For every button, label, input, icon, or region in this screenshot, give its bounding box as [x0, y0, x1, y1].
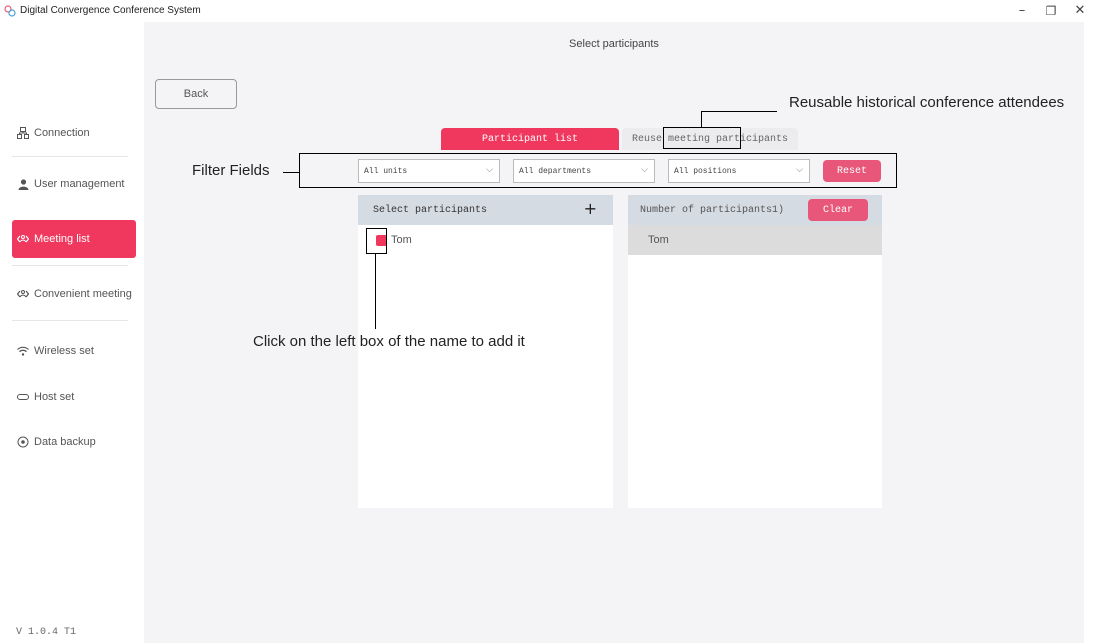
- maximize-button[interactable]: ❐: [1040, 2, 1062, 20]
- list-item[interactable]: Tom: [358, 225, 613, 255]
- click-note: Click on the left box of the name to add…: [253, 333, 525, 350]
- sidebar-item-label: Meeting list: [34, 233, 90, 245]
- sidebar-item-data-backup[interactable]: Data backup: [12, 423, 136, 461]
- user-icon: [16, 177, 30, 191]
- annotation-line: [701, 111, 702, 127]
- sidebar: Connection User management Meeting list …: [0, 22, 144, 643]
- annotation-line: [283, 172, 299, 173]
- back-button[interactable]: Back: [155, 79, 237, 109]
- sidebar-item-connection[interactable]: Connection: [12, 114, 136, 152]
- sidebar-item-label: User management: [34, 178, 125, 190]
- close-button[interactable]: ✕: [1069, 2, 1091, 20]
- divider: [12, 320, 128, 321]
- version-label: V 1.0.4 T1: [16, 627, 77, 638]
- divider: [12, 265, 128, 266]
- annotation-line: [375, 254, 376, 329]
- host-icon: [16, 390, 30, 404]
- wifi-icon: [16, 344, 30, 358]
- sidebar-item-meeting-list[interactable]: Meeting list: [12, 220, 136, 258]
- add-icon[interactable]: +: [584, 199, 597, 218]
- connection-icon: [16, 126, 30, 140]
- sidebar-item-label: Connection: [34, 127, 90, 139]
- sidebar-item-user-management[interactable]: User management: [12, 165, 136, 203]
- sidebar-item-host-set[interactable]: Host set: [12, 378, 136, 416]
- divider: [12, 156, 128, 157]
- sidebar-item-label: Data backup: [34, 436, 96, 448]
- filter-annotation-box: [299, 153, 897, 188]
- reuse-note: Reusable historical conference attendees: [789, 94, 1065, 111]
- minimize-button[interactable]: –: [1011, 2, 1033, 20]
- participant-name: Tom: [648, 234, 669, 246]
- clear-button[interactable]: Clear: [808, 199, 868, 221]
- sidebar-item-convenient-meeting[interactable]: Convenient meeting: [12, 275, 136, 313]
- sidebar-item-label: Convenient meeting: [34, 288, 132, 300]
- backup-icon: [16, 435, 30, 449]
- reuse-annotation-box: [663, 127, 741, 149]
- participant-name: Tom: [391, 234, 412, 246]
- panel-title: Select participants: [373, 204, 488, 216]
- tab-participant-list[interactable]: Participant list: [441, 128, 619, 150]
- annotation-line: [701, 111, 777, 112]
- meeting-icon: [16, 232, 30, 246]
- app-title: Digital Convergence Conference System: [20, 5, 201, 16]
- title-bar: Digital Convergence Conference System – …: [0, 0, 1107, 22]
- selected-participants-panel: Number of participants1) Clear Tom: [628, 195, 882, 508]
- page-title: Select participants: [569, 38, 659, 50]
- sidebar-item-label: Wireless set: [34, 345, 94, 357]
- participant-count: Number of participants1): [640, 204, 785, 216]
- panel-header: Select participants +: [358, 195, 613, 225]
- list-item[interactable]: Tom: [628, 225, 882, 255]
- filter-fields-note: Filter Fields: [192, 162, 270, 179]
- app-logo-icon: [4, 5, 16, 17]
- checkbox-annotation-box: [366, 228, 387, 254]
- panel-header: Number of participants1) Clear: [628, 195, 882, 225]
- sidebar-item-wireless-set[interactable]: Wireless set: [12, 332, 136, 370]
- select-participants-panel: Select participants + Tom: [358, 195, 613, 508]
- meeting-icon: [16, 287, 30, 301]
- sidebar-item-label: Host set: [34, 391, 75, 403]
